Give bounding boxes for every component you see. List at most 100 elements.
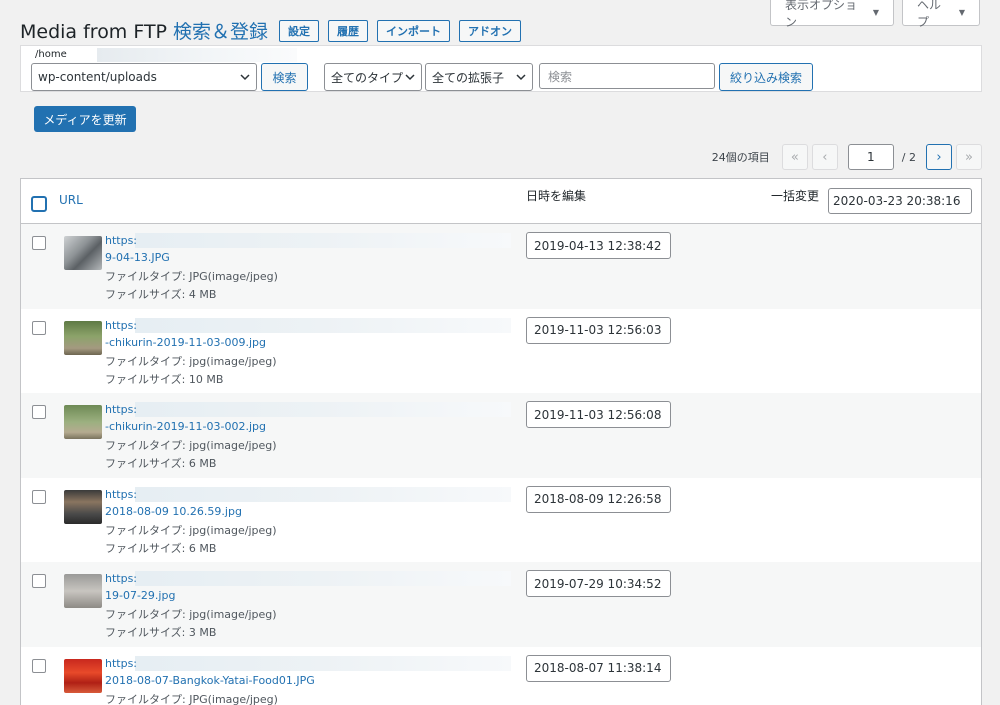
media-filename-link[interactable]: 19-07-29.jpg <box>105 589 175 602</box>
prev-page-button: ‹ <box>811 144 838 170</box>
total-pages: / 2 <box>901 150 916 164</box>
current-page-input[interactable]: 1 <box>847 144 894 170</box>
row-checkbox[interactable] <box>32 574 46 588</box>
table-row: https: 19-07-29.jpg ファイルタイプ: jpg(image/jpe… <box>21 562 981 647</box>
file-size: ファイルサイズ: 6 MB <box>105 541 217 555</box>
media-thumbnail <box>64 405 102 439</box>
next-page-button[interactable]: › <box>926 144 952 170</box>
file-type: ファイルタイプ: jpg(image/jpeg) <box>105 439 277 452</box>
screen-options-button[interactable]: 表示オプション ▼ <box>770 0 894 29</box>
last-page-button: » <box>956 144 982 170</box>
media-thumbnail <box>64 489 102 524</box>
file-size: ファイルサイズ: 6 MB <box>105 457 217 470</box>
media-url-prefix[interactable]: https: <box>105 657 137 670</box>
table-row: https: 2018-08-07-Bangkok-Yatai-Food01.JP… <box>21 647 981 705</box>
url-redacted <box>135 402 511 417</box>
url-redacted <box>135 486 511 502</box>
screen-options-label: 表示オプション <box>785 0 858 29</box>
page-subtitle: 検索＆登録 <box>173 21 269 43</box>
url-redacted <box>135 233 511 248</box>
row-checkbox[interactable] <box>32 489 46 504</box>
update-media-button[interactable]: メディアを更新 <box>34 106 136 132</box>
media-filename-link[interactable]: 2018-08-07-Bangkok-Yatai-Food01.JPG <box>105 674 315 687</box>
chevron-down-icon <box>240 74 250 81</box>
column-date: 日時を編集 <box>526 189 587 203</box>
item-count: 24個の項目 <box>711 151 770 164</box>
select-all-checkbox[interactable] <box>31 196 47 212</box>
triangle-down-icon: ▼ <box>872 8 879 17</box>
path-redacted <box>97 48 297 62</box>
media-thumbnail <box>64 236 102 270</box>
date-input[interactable]: 2018-08-07 11:38:14 <box>526 654 671 682</box>
screen-meta-links: 表示オプション ▼ ヘルプ ▼ <box>770 0 1000 29</box>
row-checkbox[interactable] <box>32 405 46 419</box>
help-button[interactable]: ヘルプ ▼ <box>902 0 980 29</box>
url-redacted <box>135 655 511 671</box>
page-title: Media from FTP 検索＆登録 <box>20 17 268 44</box>
refine-search-button[interactable]: 絞り込み検索 <box>719 63 813 91</box>
date-input[interactable]: 2019-11-03 12:56:03 <box>526 316 671 344</box>
tab-history[interactable]: 履歴 <box>328 19 369 42</box>
file-size: ファイルサイズ: 4 MB <box>105 288 217 301</box>
media-thumbnail <box>64 574 102 608</box>
table-row: https: 2018-08-09 10.26.59.jpg ファイルタイプ: jp… <box>21 478 981 563</box>
first-page-button: « <box>781 144 808 170</box>
media-filename-link[interactable]: 9-04-13.JPG <box>105 251 170 264</box>
type-select[interactable]: 全てのタイプ <box>324 63 422 91</box>
table-header: URL 日時を編集 一括変更 2020-03-23 20:38:16 <box>21 179 981 224</box>
extension-value: 全ての拡張子 <box>432 70 505 85</box>
search-input[interactable]: 検索 <box>539 63 715 89</box>
row-checkbox[interactable] <box>32 320 46 335</box>
table-row: https: -chikurin-2019-11-03-009.jpg ファイルタイ… <box>21 309 981 394</box>
file-type: ファイルタイプ: jpg(image/jpeg) <box>105 523 277 537</box>
file-size: ファイルサイズ: 10 MB <box>105 372 224 386</box>
date-input[interactable]: 2019-11-03 12:56:08 <box>526 401 671 428</box>
bulk-date-input[interactable]: 2020-03-23 20:38:16 <box>828 188 972 214</box>
path-label: /home <box>35 49 67 60</box>
help-label: ヘルプ <box>917 0 942 29</box>
media-thumbnail <box>64 320 102 355</box>
file-type: ファイルタイプ: JPG(image/jpeg) <box>105 270 278 283</box>
url-redacted <box>135 571 511 586</box>
directory-value: wp-content/uploads <box>38 70 157 84</box>
file-type: ファイルタイプ: JPG(image/jpeg) <box>105 692 278 705</box>
type-value: 全てのタイプ <box>331 70 404 85</box>
table-row: https: -chikurin-2019-11-03-002.jpg ファイルタイ… <box>21 393 981 478</box>
date-input[interactable]: 2019-04-13 12:38:42 <box>526 232 671 259</box>
column-bulk: 一括変更 <box>771 189 820 203</box>
tab-import[interactable]: インポート <box>377 19 451 42</box>
pagination: 24個の項目 « ‹ 1 / 2 › » <box>712 144 982 170</box>
table-row: https: 9-04-13.JPG ファイルタイプ: JPG(image/jpeg… <box>21 224 981 309</box>
media-table: URL 日時を編集 一括変更 2020-03-23 20:38:16 https… <box>20 178 982 705</box>
media-url-prefix[interactable]: https: <box>105 234 137 247</box>
filter-panel: /home wp-content/uploads 検索 全てのタイプ 全ての拡張… <box>20 45 982 92</box>
chevron-down-icon <box>516 74 526 81</box>
extension-select[interactable]: 全ての拡張子 <box>425 63 533 91</box>
file-type: ファイルタイプ: jpg(image/jpeg) <box>105 608 277 621</box>
url-redacted <box>135 317 511 333</box>
media-url-prefix[interactable]: https: <box>105 488 137 501</box>
page-title-text: Media from FTP <box>20 21 168 43</box>
page-header: Media from FTP 検索＆登録 設定 履歴 インポート アドオン <box>20 17 522 44</box>
tab-addon[interactable]: アドオン <box>459 19 522 42</box>
directory-select[interactable]: wp-content/uploads <box>31 63 257 91</box>
tab-settings[interactable]: 設定 <box>279 19 320 42</box>
media-filename-link[interactable]: -chikurin-2019-11-03-002.jpg <box>105 420 266 433</box>
row-checkbox[interactable] <box>32 658 46 673</box>
media-filename-link[interactable]: -chikurin-2019-11-03-009.jpg <box>105 336 266 349</box>
media-url-prefix[interactable]: https: <box>105 403 137 416</box>
row-checkbox[interactable] <box>32 236 46 250</box>
date-input[interactable]: 2019-07-29 10:34:52 <box>526 570 671 597</box>
media-url-prefix[interactable]: https: <box>105 319 137 332</box>
table-body: https: 9-04-13.JPG ファイルタイプ: JPG(image/jpeg… <box>21 224 981 705</box>
column-url[interactable]: URL <box>59 193 83 207</box>
date-input[interactable]: 2018-08-09 12:26:58 <box>526 485 671 513</box>
media-url-prefix[interactable]: https: <box>105 572 137 585</box>
file-type: ファイルタイプ: jpg(image/jpeg) <box>105 354 277 368</box>
file-size: ファイルサイズ: 3 MB <box>105 626 217 639</box>
media-thumbnail <box>64 658 102 693</box>
media-filename-link[interactable]: 2018-08-09 10.26.59.jpg <box>105 505 242 518</box>
directory-search-button[interactable]: 検索 <box>261 63 308 91</box>
chevron-down-icon <box>405 74 415 81</box>
triangle-down-icon: ▼ <box>958 8 965 17</box>
